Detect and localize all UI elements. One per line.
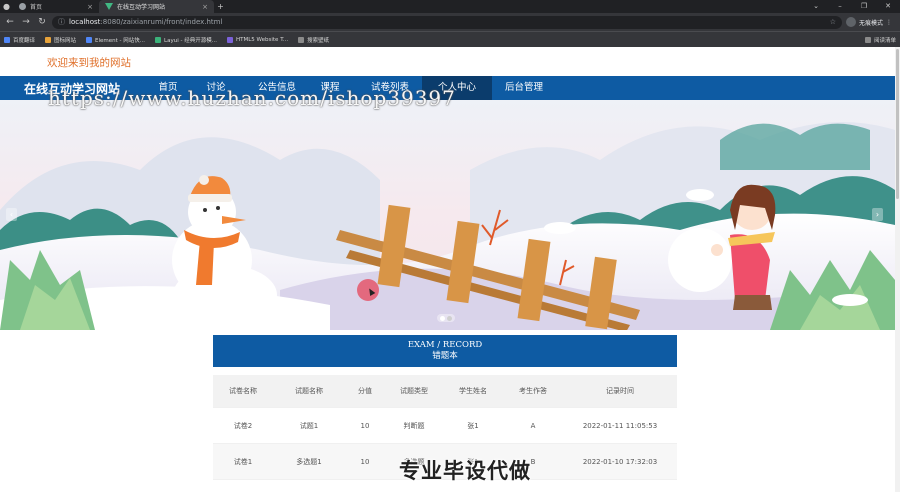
element-icon (86, 36, 93, 43)
cell-question-type: 判断题 (403, 421, 425, 430)
table-header-row: 试卷名称 试题名称 分值 试题类型 学生姓名 考生作答 记录时间 (213, 375, 677, 408)
watermark-url: https://www.huzhan.com/ishop39397 (48, 86, 456, 110)
bookmark-star-icon[interactable]: ☆ (830, 18, 836, 26)
bookmark-item[interactable]: 图标网站 (45, 36, 76, 44)
column-header: 分值 (358, 387, 372, 395)
bookmarks-bar: 百度翻译 图标网站 Element - 网站快... Layui - 经典开源模… (0, 31, 900, 47)
tab-label: 首页 (30, 4, 43, 11)
url-input[interactable]: ⓘ localhost:8080/zaixianrumi/front/index… (52, 15, 842, 29)
browser-menu-icon[interactable]: ⋮ (886, 19, 892, 26)
back-icon[interactable]: ← (4, 16, 16, 28)
cell-student-answer: A (530, 421, 536, 430)
promo-overlay-text: 专业毕设代做 (399, 459, 531, 483)
tab-close-icon[interactable]: × (202, 3, 208, 11)
reload-icon[interactable]: ↻ (36, 16, 48, 28)
cursor-highlight (357, 279, 379, 301)
forward-icon[interactable]: → (20, 16, 32, 28)
bookmark-item[interactable]: 百度翻译 (4, 36, 35, 44)
carousel-prev-button[interactable]: ‹ (6, 208, 17, 221)
tab-close-icon[interactable]: × (87, 3, 93, 11)
bookmark-item[interactable]: Element - 网站快... (86, 36, 145, 44)
window-controls: ⌄ – ❐ ✕ (804, 0, 900, 13)
cell-record-time: 2022-01-10 17:32:03 (582, 457, 658, 466)
incognito-icon (845, 17, 856, 27)
restore-icon[interactable]: ❐ (852, 0, 876, 13)
layui-icon (155, 36, 162, 43)
tab-favicon-icon (19, 3, 26, 10)
browser-tab-bar: ● 首页 × 在线互动学习网站 × + ⌄ – ❐ ✕ (0, 0, 900, 13)
close-window-icon[interactable]: ✕ (876, 0, 900, 13)
carousel-next-button[interactable]: › (872, 208, 883, 221)
reading-list[interactable]: 阅读清单 (864, 36, 896, 44)
bookmark-item[interactable]: 搜索壁纸 (298, 36, 329, 44)
section-header: EXAM / RECORD 错题本 (213, 335, 677, 367)
section-title-en: EXAM / RECORD (407, 340, 483, 350)
section-title-zh: 错题本 (432, 351, 458, 361)
wallpaper-icon (298, 36, 305, 43)
html5-icon (226, 36, 233, 43)
winter-illustration (0, 100, 895, 330)
browser-tab-site[interactable]: 在线互动学习网站 × (99, 0, 214, 13)
translate-icon (4, 36, 10, 43)
chrome-menu-icon[interactable]: ● (0, 0, 13, 13)
new-tab-button[interactable]: + (214, 0, 227, 13)
folder-icon (45, 36, 52, 43)
carousel-dot[interactable] (447, 315, 452, 321)
cell-score: 10 (360, 457, 370, 466)
cell-record-time: 2022-01-11 11:05:53 (582, 421, 658, 430)
nav-item-admin[interactable]: 后台管理 (496, 76, 552, 100)
browser-tab-home[interactable]: 首页 × (13, 0, 99, 13)
site-info-icon[interactable]: ⓘ (58, 17, 65, 27)
column-header: 试卷名称 (229, 387, 257, 395)
address-toolbar: ← → ↻ ⓘ localhost:8080/zaixianrumi/front… (0, 13, 900, 31)
cell-question-name: 多选题1 (296, 457, 322, 466)
carousel-banner (0, 100, 895, 330)
reading-list-icon (864, 36, 871, 43)
scrollbar-thumb[interactable] (896, 49, 899, 199)
tab-label: 在线互动学习网站 (117, 4, 166, 11)
vue-favicon-icon (105, 3, 113, 10)
page-scrollbar[interactable] (895, 47, 900, 492)
column-header: 考生作答 (519, 387, 547, 395)
profile-label: 无痕模式 (858, 19, 883, 27)
tab-search-icon[interactable]: ⌄ (804, 0, 828, 13)
bookmark-item[interactable]: HTML5 Website T... (226, 36, 288, 43)
cell-question-name: 试题1 (299, 421, 319, 430)
column-header: 记录时间 (606, 387, 634, 395)
cell-exam-name: 试卷1 (233, 457, 253, 466)
column-header: 试题名称 (295, 387, 323, 395)
url-path: :8080/zaixianrumi/front/index.html (100, 18, 223, 26)
welcome-text: 欢迎来到我的网站 (47, 57, 131, 69)
cell-score: 10 (360, 421, 370, 430)
bookmark-item[interactable]: Layui - 经典开源模... (155, 36, 217, 44)
table-row[interactable]: 试卷2 试题1 10 判断题 张1 A 2022-01-11 11:05:53 (213, 408, 677, 444)
url-host: localhost (69, 18, 101, 26)
cell-student-name: 张1 (467, 421, 479, 430)
carousel-dot-active[interactable] (440, 315, 445, 321)
incognito-profile[interactable]: 无痕模式 ⋮ (845, 17, 896, 27)
carousel-indicators (437, 314, 455, 322)
column-header: 学生姓名 (459, 387, 487, 395)
cell-exam-name: 试卷2 (233, 421, 253, 430)
minimize-icon[interactable]: – (828, 0, 852, 13)
column-header: 试题类型 (400, 387, 428, 395)
